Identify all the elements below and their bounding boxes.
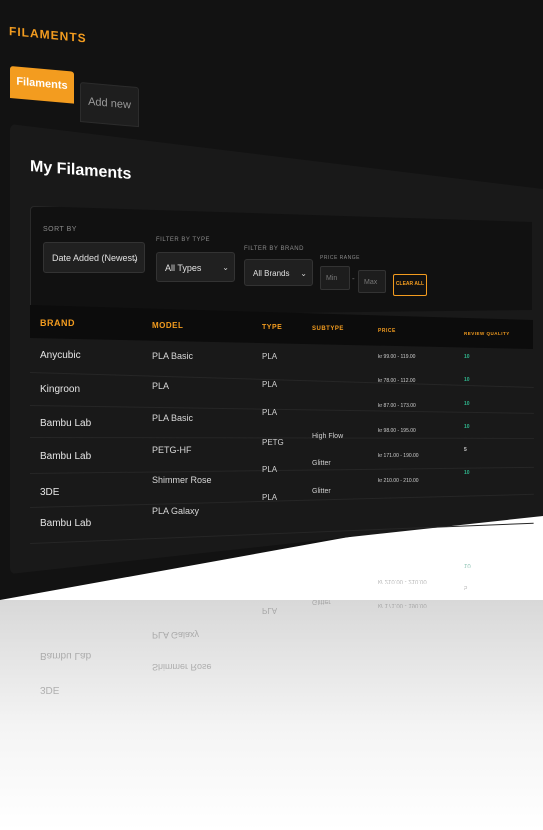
cell-type: PLA (262, 380, 278, 389)
sort-by-select[interactable]: Date Added (Newest) ⌄ (43, 242, 145, 273)
cell-model: PETG-HF (152, 445, 192, 455)
cell-brand: Anycubic (40, 350, 81, 361)
column-header-model[interactable]: MODEL (152, 321, 183, 330)
cell-subtype: Glitter (312, 488, 331, 495)
reflection-model: Shimmer Rose (152, 662, 212, 672)
cell-price: kr 171.00 - 190.00 (378, 453, 419, 459)
cell-subtype: Glitter (312, 460, 331, 467)
cell-price: kr 98.00 - 195.00 (378, 428, 416, 434)
reflection-price: kr 210.00 - 210.00 (378, 578, 427, 584)
reflection-brand: Bambu Lab (40, 650, 92, 661)
filter-brand-select[interactable]: All Brands ⌄ (244, 259, 313, 286)
column-header-type[interactable]: TYPE (262, 324, 282, 331)
screenshot-stage: FILAMENTS Filaments Add new My Filaments… (0, 0, 543, 830)
tab-add-new[interactable]: Add new (80, 82, 139, 128)
filter-brand-label: FILTER BY BRAND (244, 246, 304, 252)
cell-brand: Bambu Lab (40, 418, 92, 429)
cell-review-quality: 10 (464, 354, 470, 360)
cell-model: PLA (152, 381, 170, 391)
cell-review-quality: 10 (464, 424, 470, 430)
filaments-card (10, 124, 543, 574)
price-range-label: PRICE RANGE (320, 255, 360, 261)
chevron-down-icon: ⌄ (300, 269, 307, 278)
filter-type-label: FILTER BY TYPE (156, 237, 211, 243)
reflection-review: 5 (464, 584, 468, 590)
chevron-down-icon: ⌄ (132, 254, 139, 263)
cell-price: kr 210.00 - 210.00 (378, 478, 419, 484)
cell-brand: Bambu Lab (40, 451, 92, 462)
cell-price: kr 78.00 - 112.00 (378, 378, 416, 384)
cell-type: PLA (262, 408, 278, 417)
cell-type: PLA (262, 352, 278, 361)
cell-review-quality: 5 (464, 447, 467, 453)
sort-by-value: Date Added (Newest) (52, 253, 138, 263)
cell-subtype: High Flow (312, 433, 344, 440)
cell-review-quality: 10 (464, 470, 470, 476)
cell-price: kr 87.00 - 173.00 (378, 403, 416, 409)
cell-type: PETG (262, 438, 284, 447)
cell-type: PLA (262, 465, 278, 474)
cell-model: PLA Basic (152, 413, 194, 423)
column-header-subtype[interactable]: SUBTYPE (312, 326, 344, 332)
price-max-input[interactable]: Max (358, 270, 386, 293)
clear-all-button[interactable]: CLEAR ALL (393, 274, 427, 296)
reflection-review: 10 (464, 562, 471, 568)
reflection-brand: 3DE (40, 684, 60, 695)
cell-brand: 3DE (40, 487, 60, 498)
filter-type-select[interactable]: All Types ⌄ (156, 252, 235, 282)
cell-brand: Bambu Lab (40, 518, 92, 529)
cell-model: Shimmer Rose (152, 475, 212, 485)
column-header-brand[interactable]: BRAND (40, 318, 75, 328)
reflection-subtype: Glitter (312, 598, 331, 605)
price-min-input[interactable]: Min (320, 266, 350, 290)
chevron-down-icon: ⌄ (222, 263, 229, 272)
filter-type-value: All Types (165, 263, 202, 273)
cell-review-quality: 10 (464, 377, 470, 383)
filter-brand-value: All Brands (253, 269, 290, 278)
cell-model: PLA Basic (152, 351, 194, 361)
floor-reflection (0, 600, 543, 830)
column-header-price[interactable]: PRICE (378, 328, 396, 334)
cell-review-quality: 10 (464, 401, 470, 407)
reflection-price: kr 171.00 - 190.00 (378, 602, 427, 608)
sort-by-label: SORT BY (43, 226, 77, 233)
reflection-model: PLA Galaxy (152, 630, 200, 640)
cell-price: kr 99.00 - 119.00 (378, 354, 416, 360)
column-header-review-quality[interactable]: REVIEW QUALITY (464, 331, 510, 336)
tab-filaments[interactable]: Filaments (10, 66, 74, 104)
reflection-type: PLA (262, 606, 278, 615)
price-range-separator: - (352, 274, 355, 283)
cell-brand: Kingroon (40, 384, 81, 395)
cell-type: PLA (262, 493, 278, 502)
cell-model: PLA Galaxy (152, 506, 200, 516)
